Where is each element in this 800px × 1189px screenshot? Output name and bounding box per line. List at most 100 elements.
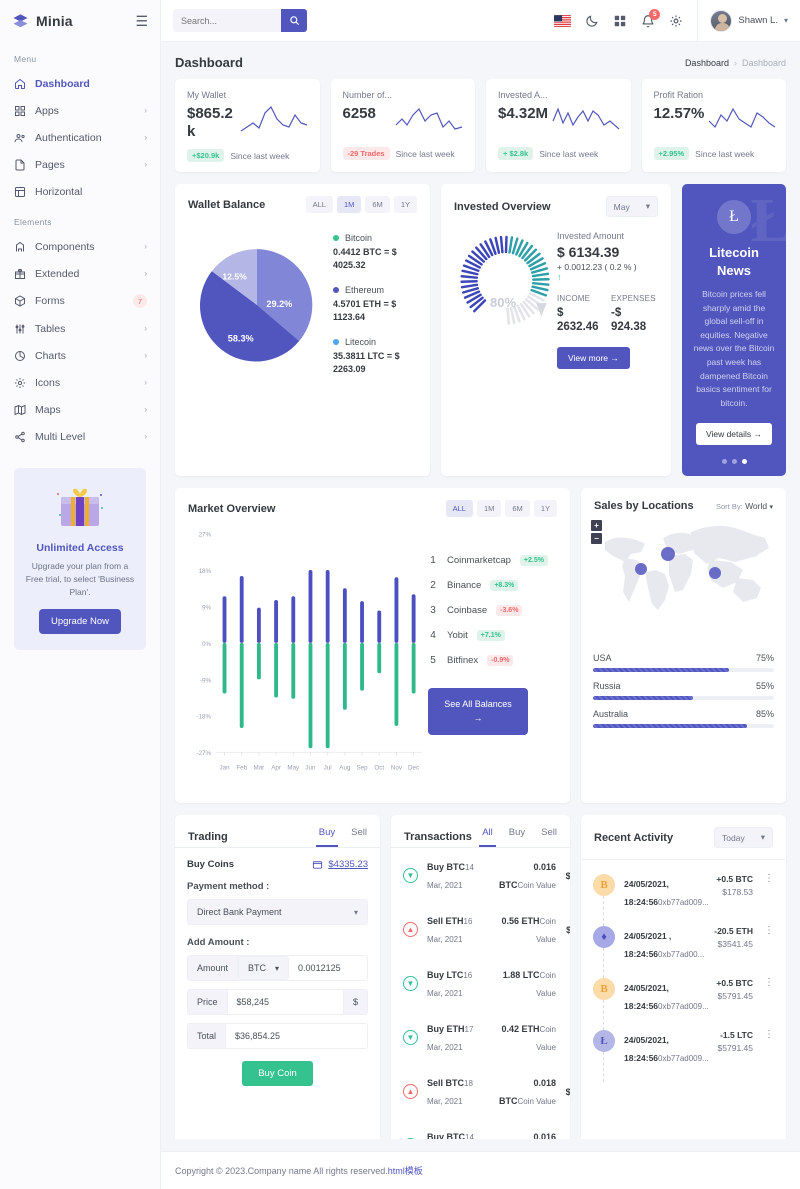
svg-text:-27%: -27% [197, 751, 212, 758]
table-row[interactable]: ▼ Buy BTC14 Mar, 2021 0.016 BTCCoin Valu… [391, 1118, 570, 1139]
home-icon [13, 77, 26, 90]
view-details-button[interactable]: View details → [695, 423, 773, 446]
sidebar-item-authentication[interactable]: Authentication › [0, 124, 160, 151]
map-zoom-in-button[interactable]: + [591, 520, 602, 532]
sidebar-item-apps[interactable]: Apps › [0, 97, 160, 124]
map-zoom-out-button[interactable]: − [591, 533, 602, 545]
sidebar-item-forms[interactable]: Forms 7 [0, 287, 160, 315]
list-item[interactable]: B 24/05/2021, 18:24:560xb77ad009... +0.5… [581, 970, 786, 1031]
sidebar-item-dashboard[interactable]: Dashboard [0, 70, 160, 97]
view-more-button[interactable]: View more → [557, 346, 630, 369]
amount-input[interactable]: 0.0012125 [289, 956, 367, 981]
tab-buy[interactable]: Buy [509, 827, 525, 847]
sidebar-item-icons[interactable]: Icons › [0, 369, 160, 396]
moon-icon[interactable] [585, 14, 599, 28]
sidebar-item-extended[interactable]: Extended › [0, 260, 160, 287]
location-name: Australia [593, 709, 629, 720]
more-options-icon[interactable]: ⋮ [762, 874, 774, 884]
sidebar-item-maps[interactable]: Maps › [0, 396, 160, 423]
breadcrumb-item-1[interactable]: Dashboard [685, 58, 729, 68]
month-select[interactable]: May ▾ [605, 196, 658, 217]
tx-amount: $125. [565, 871, 570, 882]
chevron-right-icon: › [144, 405, 147, 414]
search-input[interactable] [173, 9, 281, 32]
stat-since: Since last week [230, 150, 290, 161]
more-options-icon[interactable]: ⋮ [762, 1030, 774, 1040]
footer-link[interactable]: html模板 [388, 1166, 423, 1176]
stat-cards-row: My Wallet $865.2 k +$20.9k Since last we… [175, 79, 786, 172]
stat-label: Profit Ration [653, 90, 704, 100]
activity-filter-select[interactable]: Today ▾ [714, 827, 773, 849]
more-options-icon[interactable]: ⋮ [762, 978, 774, 988]
expenses-label: EXPENSES [611, 294, 656, 303]
transactions-list: ▼ Buy BTC14 Mar, 2021 0.016 BTCCoin Valu… [391, 847, 570, 1139]
market-period-all[interactable]: ALL [445, 500, 473, 518]
table-row[interactable]: ▼ Buy ETH17 Mar, 2021 0.42 ETHCoin Value… [391, 1010, 570, 1064]
list-item[interactable]: Ł 24/05/2021, 18:24:560xb77ad009... -1.5… [581, 1022, 786, 1083]
upgrade-now-button[interactable]: Upgrade Now [38, 609, 122, 635]
sidebar-item-tables[interactable]: Tables › [0, 315, 160, 342]
gift-box-illustration [52, 482, 108, 532]
world-map[interactable]: + − [581, 512, 786, 647]
price-input[interactable]: $58,245 [227, 990, 343, 1015]
wallet-period-1y[interactable]: 1Y [393, 196, 417, 213]
rank-row[interactable]: 5 Bitfinex -0.9% [428, 655, 558, 667]
carousel-dot[interactable] [731, 459, 737, 465]
amount-input-group: Amount BTC ▾ 0.0012125 [187, 955, 368, 982]
list-item[interactable]: ♦ 24/05/2021 , 18:24:560xb77ad00... -20.… [581, 918, 786, 979]
rank-row[interactable]: 3 Coinbase -3.6% [428, 605, 558, 617]
tab-sell[interactable]: Sell [351, 827, 367, 847]
wallet-pie-chart: 29.2% 58.3% 12.5% [187, 221, 327, 389]
sidebar-item-components[interactable]: Components › [0, 233, 160, 260]
table-row[interactable]: ▲ Sell BTC18 Mar, 2021 0.018 BTCCoin Val… [391, 1064, 570, 1118]
table-row[interactable]: ▲ Sell ETH16 Mar, 2021 0.56 ETHCoin Valu… [391, 902, 570, 956]
sidebar-item-charts[interactable]: Charts › [0, 342, 160, 369]
market-period-1m[interactable]: 1M [476, 500, 502, 518]
total-input[interactable]: $36,854.25 [226, 1024, 367, 1049]
svg-text:-18%: -18% [197, 714, 212, 721]
carousel-dot[interactable] [721, 459, 727, 465]
sidebar-item-multi-level[interactable]: Multi Level › [0, 423, 160, 450]
list-item[interactable]: B 24/05/2021, 18:24:560xb77ad009... +0.5… [581, 866, 786, 927]
rank-row[interactable]: 1 Coinmarketcap +2.5% [428, 555, 558, 567]
sidebar-item-horizontal[interactable]: Horizontal [0, 178, 160, 205]
wallet-period-all[interactable]: ALL [305, 196, 333, 213]
tab-buy[interactable]: Buy [315, 827, 339, 848]
more-options-icon[interactable]: ⋮ [762, 926, 774, 936]
chevron-down-icon: ▾ [645, 201, 650, 211]
market-period-6m[interactable]: 6M [505, 500, 530, 518]
market-period-1y[interactable]: 1Y [533, 500, 557, 518]
sidebar-item-label: Components [35, 240, 95, 253]
bell-icon[interactable]: 5 [641, 8, 661, 28]
search-button[interactable] [281, 9, 307, 32]
currency-select[interactable]: BTC ▾ [238, 956, 290, 981]
rank-row[interactable]: 2 Binance +8.3% [428, 580, 558, 592]
buy-coins-amount[interactable]: $4335.23 [312, 859, 368, 870]
table-row[interactable]: ▼ Buy LTC16 Mar, 2021 1.88 LTCCoin Value… [391, 956, 570, 1010]
sales-by-locations-card: Sales by Locations Sort By: World ▾ + − [581, 488, 786, 804]
carousel-dot-active[interactable] [741, 459, 747, 465]
user-profile-menu[interactable]: Shawn L. ▾ [697, 0, 788, 42]
wallet-period-6m[interactable]: 6M [365, 196, 390, 213]
tab-sell[interactable]: Sell [541, 827, 557, 847]
rank-row[interactable]: 4 Yobit +7.1% [428, 630, 558, 642]
see-all-balances-button[interactable]: See All Balances → [428, 688, 528, 736]
apps-grid-icon[interactable] [613, 14, 627, 28]
menu-toggle-icon[interactable]: ☰ [135, 14, 148, 28]
wallet-period-1m[interactable]: 1M [336, 196, 362, 213]
flag-us-icon[interactable] [554, 14, 572, 27]
ethereum-icon: ♦ [593, 926, 615, 949]
sidebar-item-pages[interactable]: Pages › [0, 151, 160, 178]
table-row[interactable]: ▼ Buy BTC14 Mar, 2021 0.016 BTCCoin Valu… [391, 848, 570, 902]
sort-by-select[interactable]: Sort By: World ▾ [716, 501, 773, 511]
buy-coin-button[interactable]: Buy Coin [242, 1061, 313, 1087]
tab-all[interactable]: All [479, 827, 496, 848]
rank-number: 5 [430, 655, 436, 667]
expenses-value: -$ 924.38 [611, 307, 647, 334]
chevron-right-icon: › [144, 351, 147, 360]
total-addon-label: Total [188, 1024, 227, 1049]
upgrade-promo-card: Unlimited Access Upgrade your plan from … [14, 468, 146, 651]
gear-icon[interactable] [669, 14, 683, 28]
payment-method-select[interactable]: Direct Bank Payment ▾ [187, 899, 368, 926]
arrow-down-icon: ▼ [403, 867, 418, 883]
